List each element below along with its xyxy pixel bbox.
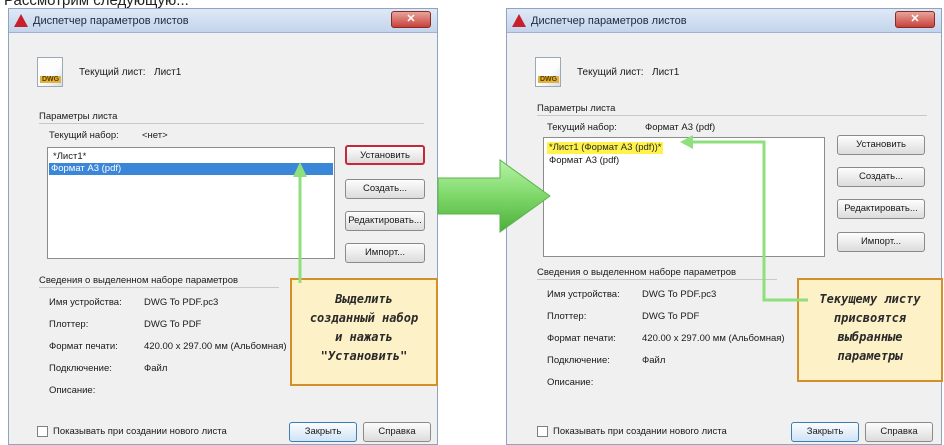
page-setups-list[interactable]: *Лист1* Формат А3 (pdf) bbox=[47, 147, 335, 259]
page-setups-group-title: Параметры листа bbox=[537, 103, 616, 114]
callout-line: Текущему листу bbox=[819, 292, 921, 306]
help-button[interactable]: Справка bbox=[865, 422, 933, 442]
callout-line: параметры bbox=[837, 349, 903, 363]
group-divider bbox=[537, 115, 927, 116]
selected-setup-details-title: Сведения о выделенном наборе параметров bbox=[537, 267, 737, 278]
description-label: Описание: bbox=[49, 385, 96, 396]
dialog-title: Диспетчер параметров листов bbox=[33, 15, 189, 27]
plotter-value: DWG To PDF bbox=[144, 319, 202, 330]
current-sheet-label: Текущий лист: bbox=[577, 67, 644, 78]
group-divider bbox=[537, 279, 777, 280]
current-sheet-value: Лист1 bbox=[154, 67, 182, 78]
current-sheet-value: Лист1 bbox=[652, 67, 680, 78]
import-button[interactable]: Импорт... bbox=[345, 243, 425, 263]
title-bar: Диспетчер параметров листов ✕ bbox=[9, 9, 437, 33]
dwg-file-icon: DWG bbox=[37, 57, 63, 87]
connection-value: Файл bbox=[144, 363, 168, 374]
list-item-selected[interactable]: Формат А3 (pdf) bbox=[49, 163, 333, 175]
instruction-callout-right: Текущему листу присвоятся выбранные пара… bbox=[797, 278, 943, 382]
description-label: Описание: bbox=[547, 377, 594, 388]
set-current-button[interactable]: Установить bbox=[345, 145, 425, 165]
paper-size-label: Формат печати: bbox=[49, 341, 118, 352]
show-on-new-label: Показывать при создании нового листа bbox=[553, 426, 727, 437]
modify-button[interactable]: Редактировать... bbox=[837, 199, 925, 219]
close-button[interactable]: Закрыть bbox=[791, 422, 859, 442]
paper-size-value: 420.00 x 297.00 мм (Альбомная) bbox=[642, 333, 785, 344]
selected-setup-details-title: Сведения о выделенном наборе параметров bbox=[39, 275, 239, 286]
current-set-value: Формат А3 (pdf) bbox=[645, 122, 716, 133]
show-on-new-label: Показывать при создании нового листа bbox=[53, 426, 227, 437]
connection-label: Подключение: bbox=[547, 355, 610, 366]
group-divider bbox=[39, 287, 279, 288]
callout-line: присвоятся bbox=[833, 311, 907, 325]
plotter-label: Плоттер: bbox=[49, 319, 89, 330]
new-button[interactable]: Создать... bbox=[837, 167, 925, 187]
plotter-label: Плоттер: bbox=[547, 311, 587, 322]
device-name-value: DWG To PDF.pc3 bbox=[144, 297, 219, 308]
group-divider bbox=[39, 123, 424, 124]
dialog-title: Диспетчер параметров листов bbox=[531, 15, 687, 27]
paper-size-value: 420.00 x 297.00 мм (Альбомная) bbox=[144, 341, 287, 352]
modify-button[interactable]: Редактировать... bbox=[345, 211, 425, 231]
connection-label: Подключение: bbox=[49, 363, 112, 374]
plotter-value: DWG To PDF bbox=[642, 311, 700, 322]
list-item[interactable]: *Лист1* bbox=[51, 151, 88, 163]
device-name-label: Имя устройства: bbox=[547, 289, 620, 300]
current-set-label: Текущий набор: bbox=[547, 122, 617, 133]
current-set-label: Текущий набор: bbox=[49, 130, 119, 141]
page-setups-group-title: Параметры листа bbox=[39, 111, 118, 122]
device-name-value: DWG To PDF.pc3 bbox=[642, 289, 717, 300]
autocad-logo-icon bbox=[14, 14, 28, 27]
import-button[interactable]: Импорт... bbox=[837, 232, 925, 252]
list-item-assigned[interactable]: *Лист1 (Формат А3 (pdf))* bbox=[547, 142, 664, 154]
callout-line: "Установить" bbox=[320, 349, 408, 363]
current-set-value: <нет> bbox=[142, 130, 168, 141]
paper-size-label: Формат печати: bbox=[547, 333, 616, 344]
set-current-button[interactable]: Установить bbox=[837, 135, 925, 155]
callout-line: выбранные bbox=[837, 330, 903, 344]
dwg-file-icon: DWG bbox=[535, 57, 561, 87]
help-button[interactable]: Справка bbox=[363, 422, 431, 442]
show-on-new-checkbox[interactable] bbox=[537, 426, 548, 437]
close-button[interactable]: Закрыть bbox=[289, 422, 357, 442]
new-button[interactable]: Создать... bbox=[345, 179, 425, 199]
close-icon[interactable]: ✕ bbox=[391, 11, 431, 28]
title-bar: Диспетчер параметров листов ✕ bbox=[507, 9, 941, 33]
page-setups-list[interactable]: *Лист1 (Формат А3 (pdf))* Формат А3 (pdf… bbox=[543, 137, 825, 257]
current-sheet-label: Текущий лист: bbox=[79, 67, 146, 78]
list-item[interactable]: Формат А3 (pdf) bbox=[547, 155, 621, 167]
callout-line: и нажать bbox=[335, 330, 393, 344]
device-name-label: Имя устройства: bbox=[49, 297, 122, 308]
autocad-logo-icon bbox=[512, 14, 526, 27]
show-on-new-checkbox[interactable] bbox=[37, 426, 48, 437]
instruction-callout-left: Выделить созданный набор и нажать "Устан… bbox=[290, 278, 438, 386]
callout-line: созданный набор bbox=[309, 311, 419, 325]
callout-line: Выделить bbox=[335, 292, 393, 306]
connection-value: Файл bbox=[642, 355, 666, 366]
close-icon[interactable]: ✕ bbox=[895, 11, 935, 28]
